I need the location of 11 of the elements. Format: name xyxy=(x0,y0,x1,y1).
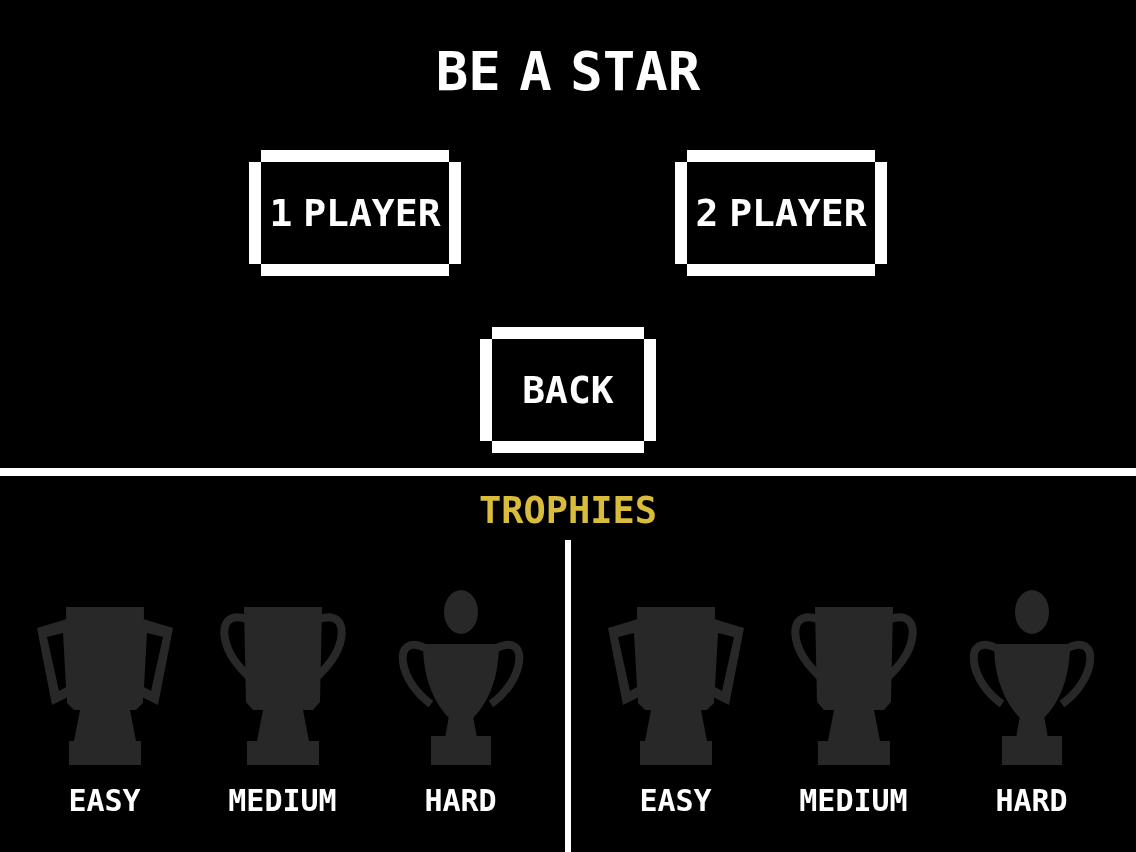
trophies-heading: TROPHIES xyxy=(478,491,658,531)
difficulty-label: EASY xyxy=(68,783,141,819)
difficulty-label: HARD xyxy=(995,783,1068,819)
difficulty-label: MEDIUM xyxy=(228,783,337,819)
player-mode-button[interactable]: 1 PLAYER xyxy=(249,150,461,276)
difficulty-label: EASY xyxy=(639,783,712,819)
player-mode-button[interactable]: 2 PLAYER xyxy=(675,150,887,276)
game-title: BE A STAR xyxy=(435,44,701,100)
difficulty-label: MEDIUM xyxy=(799,783,908,819)
difficulty-label: HARD xyxy=(424,783,497,819)
back-button[interactable]: BACK xyxy=(480,327,656,453)
